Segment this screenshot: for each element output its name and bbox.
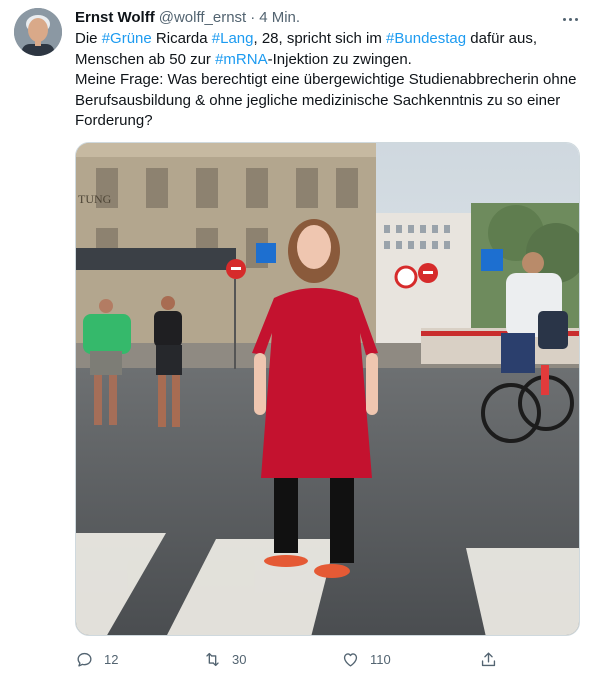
hashtag-link[interactable]: #Grüne	[102, 30, 152, 47]
tweet-actions: 12 30 110	[75, 648, 515, 670]
hashtag-link[interactable]: #Bundestag	[386, 30, 466, 47]
reply-button[interactable]: 12	[75, 648, 118, 670]
more-options-button[interactable]	[558, 8, 582, 30]
tweet-text-line: Menschen ab 50 zur #mRNA-Injektion zu zw…	[75, 50, 580, 71]
tweet: Ernst Wolff @wolff_ernst · 4 Min. Die #G…	[0, 0, 595, 685]
heart-icon	[343, 652, 358, 667]
timestamp[interactable]: 4 Min.	[259, 9, 300, 26]
reply-count: 12	[104, 651, 119, 667]
avatar[interactable]	[14, 8, 62, 56]
like-button[interactable]: 110	[341, 648, 391, 670]
hashtag-link[interactable]: #mRNA	[215, 51, 268, 68]
more-horizontal-icon	[561, 17, 579, 21]
tweet-text-line: Die #Grüne Ricarda #Lang, 28, spricht si…	[75, 29, 580, 50]
retweet-icon	[206, 652, 219, 666]
author-name[interactable]: Ernst Wolff	[75, 9, 155, 26]
tweet-photo[interactable]: TUNG	[75, 142, 580, 636]
tweet-text-segment: , 28, spricht sich im	[253, 30, 387, 47]
tweet-text-segment: -Injektion zu zwingen.	[267, 50, 412, 68]
photo-sign-text: TUNG	[78, 192, 112, 206]
reply-icon	[77, 652, 92, 667]
retweet-button[interactable]: 30	[203, 648, 246, 670]
tweet-text: Die #Grüne Ricarda #Lang, 28, spricht si…	[75, 29, 580, 132]
tweet-text-segment: Ricarda	[151, 30, 212, 47]
tweet-text-segment: Die	[75, 30, 102, 47]
retweet-count: 30	[232, 651, 247, 667]
tweet-text-segment: Menschen ab 50 zur	[75, 50, 216, 68]
hashtag-link[interactable]: #Lang	[212, 30, 254, 47]
separator: ·	[250, 9, 256, 26]
tweet-text-line: Meine Frage: Was berechtigt eine übergew…	[75, 71, 577, 88]
share-icon	[481, 651, 496, 666]
tweet-text-line: Berufsausbildung & ohne jegliche medizin…	[75, 91, 561, 109]
tweet-text-segment: dafür aus,	[466, 30, 537, 47]
tweet-text-line: Forderung?	[75, 112, 153, 129]
like-count: 110	[370, 651, 391, 667]
tweet-header: Ernst Wolff @wolff_ernst · 4 Min.	[75, 9, 300, 29]
author-handle[interactable]: @wolff_ernst	[159, 9, 247, 26]
share-button[interactable]	[479, 648, 498, 670]
